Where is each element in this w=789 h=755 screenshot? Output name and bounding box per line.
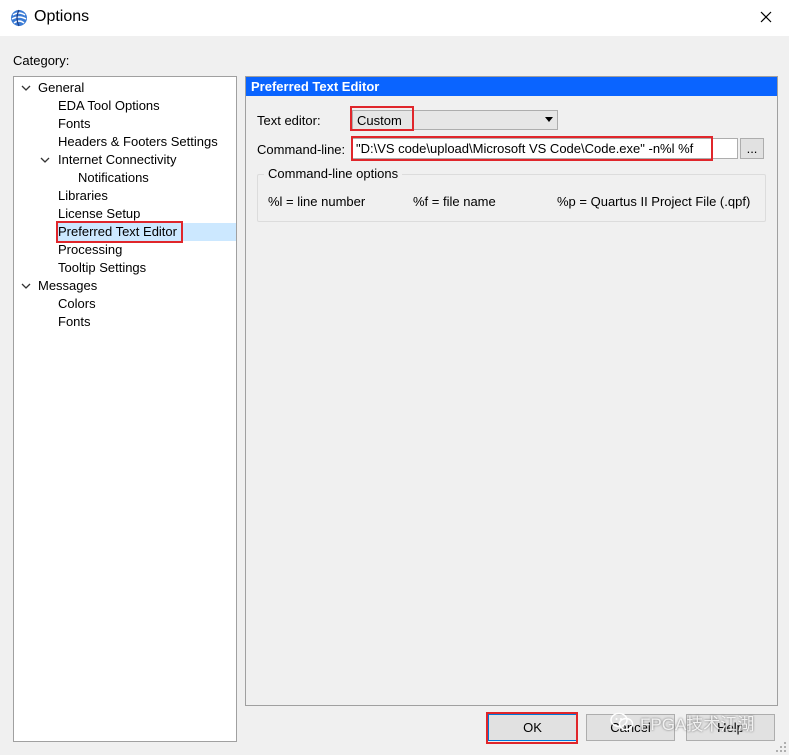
- window-title: Options: [34, 8, 90, 25]
- tree-item-preferred-text-editor[interactable]: Preferred Text Editor: [58, 223, 177, 241]
- tree-item-fonts[interactable]: Fonts: [58, 115, 91, 133]
- browse-button[interactable]: ...: [740, 138, 764, 159]
- tree-item-eda-tool-options[interactable]: EDA Tool Options: [58, 97, 160, 115]
- help-button[interactable]: Help: [686, 714, 775, 741]
- command-line-options-group: Command-line options %l = line number %f…: [257, 166, 766, 222]
- category-tree[interactable]: General EDA Tool Options Fonts Headers &…: [13, 76, 237, 742]
- option-file-name: %f = file name: [413, 194, 496, 209]
- cancel-button[interactable]: Cancel: [586, 714, 675, 741]
- title-bar: Options: [0, 0, 789, 36]
- option-project-file: %p = Quartus II Project File (.qpf): [557, 194, 751, 209]
- tree-item-notifications[interactable]: Notifications: [78, 169, 149, 187]
- option-line-number: %l = line number: [268, 194, 366, 209]
- resize-grip-icon[interactable]: [775, 741, 787, 753]
- tree-item-libraries[interactable]: Libraries: [58, 187, 108, 205]
- command-line-label: Command-line:: [257, 142, 346, 157]
- tree-item-headers-footers[interactable]: Headers & Footers Settings: [58, 133, 218, 151]
- chevron-down-icon[interactable]: [20, 79, 32, 97]
- text-editor-value: Custom: [357, 113, 402, 128]
- tree-item-processing[interactable]: Processing: [58, 241, 122, 259]
- settings-panel: Preferred Text Editor Text editor: Custo…: [245, 76, 778, 706]
- chevron-down-icon[interactable]: [39, 151, 51, 169]
- close-button[interactable]: [743, 0, 789, 34]
- panel-header: Preferred Text Editor: [246, 77, 777, 96]
- tree-item-messages-fonts[interactable]: Fonts: [58, 313, 91, 331]
- ok-button[interactable]: OK: [488, 714, 577, 741]
- tree-item-messages[interactable]: Messages: [38, 277, 97, 295]
- chevron-down-icon[interactable]: [20, 277, 32, 295]
- close-icon: [760, 11, 772, 23]
- category-label: Category:: [13, 53, 70, 68]
- tree-item-tooltip-settings[interactable]: Tooltip Settings: [58, 259, 146, 277]
- text-editor-select[interactable]: Custom: [352, 110, 558, 130]
- text-editor-label: Text editor:: [257, 113, 321, 128]
- tree-item-colors[interactable]: Colors: [58, 295, 96, 313]
- command-line-input[interactable]: "D:\VS code\upload\Microsoft VS Code\Cod…: [352, 138, 738, 159]
- tree-item-license-setup[interactable]: License Setup: [58, 205, 140, 223]
- quartus-globe-icon: [11, 9, 27, 27]
- tree-item-general[interactable]: General: [38, 79, 84, 97]
- dropdown-arrow-icon: [545, 117, 553, 122]
- group-title: Command-line options: [264, 166, 403, 181]
- tree-item-internet-connectivity[interactable]: Internet Connectivity: [58, 151, 177, 169]
